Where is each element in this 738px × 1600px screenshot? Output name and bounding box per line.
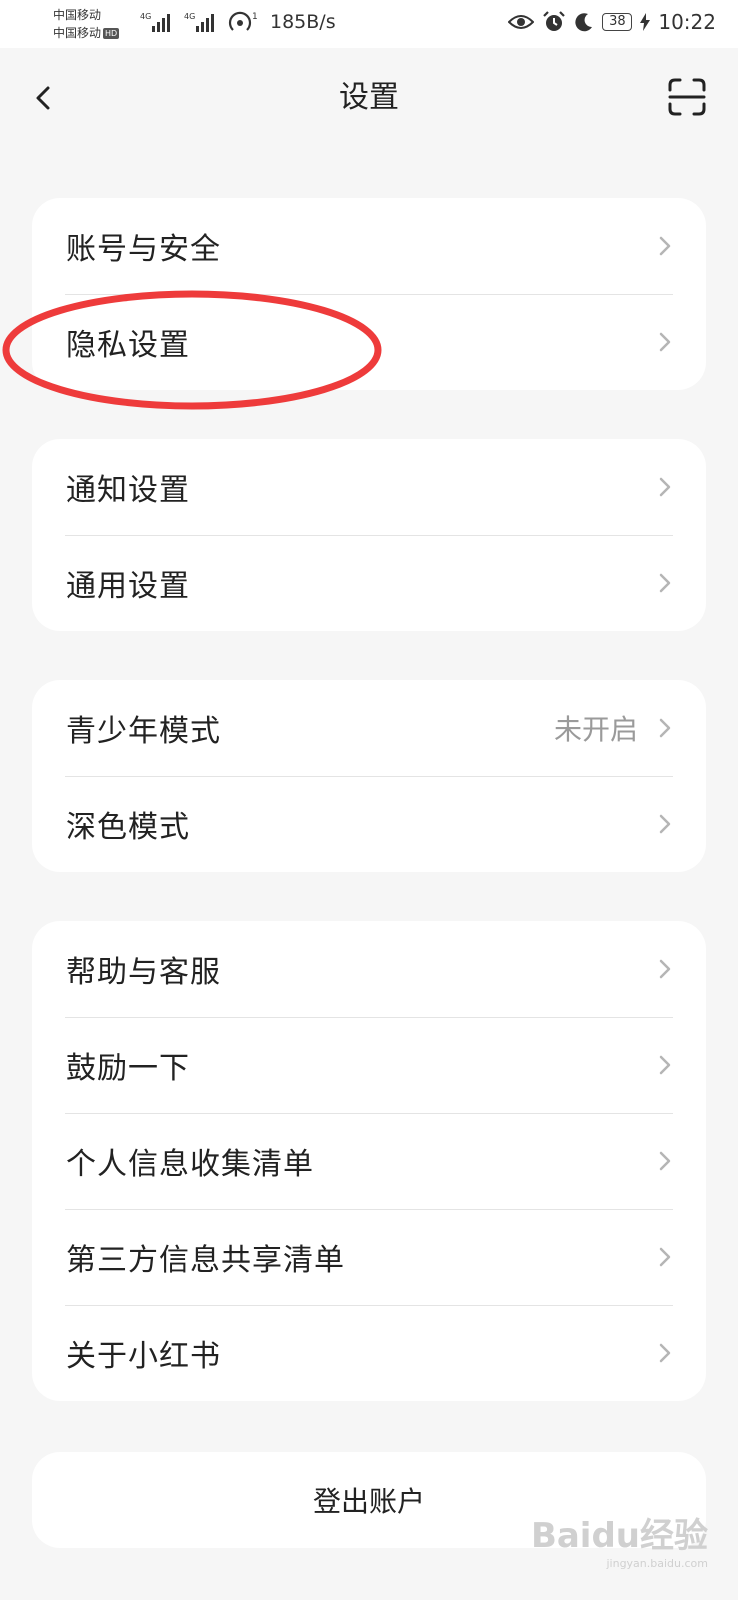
chevron-right-icon xyxy=(659,814,671,834)
settings-item-help[interactable]: 帮助与客服 xyxy=(32,921,706,1017)
chevron-right-icon xyxy=(659,236,671,256)
hotspot-count: 1 xyxy=(252,12,258,22)
settings-item-label: 通用设置 xyxy=(66,569,190,604)
clock: 10:22 xyxy=(658,10,716,34)
settings-item-about[interactable]: 关于小红书 xyxy=(32,1305,706,1401)
settings-item-label: 账号与安全 xyxy=(66,232,221,267)
teen-mode-status: 未开启 xyxy=(553,713,638,746)
moon-icon xyxy=(575,13,593,32)
hd-badge: HD xyxy=(103,28,120,39)
settings-item-label: 帮助与客服 xyxy=(66,955,221,990)
page-title: 设置 xyxy=(339,80,399,115)
settings-item-general[interactable]: 通用设置 xyxy=(32,535,706,631)
status-bar: 中国移动 中国移动 HD 4G 4G 1 185B/s 38 10:22 xyxy=(0,0,738,48)
chevron-right-icon xyxy=(659,718,671,738)
settings-item-dark-mode[interactable]: 深色模式 xyxy=(32,776,706,872)
carrier-1: 中国移动 xyxy=(53,8,102,22)
network-speed: 185B/s xyxy=(270,11,336,33)
chevron-right-icon xyxy=(659,332,671,352)
settings-item-label: 鼓励一下 xyxy=(66,1051,190,1086)
settings-item-label: 深色模式 xyxy=(66,810,190,845)
chevron-right-icon xyxy=(659,477,671,497)
settings-group-account: 账号与安全 隐私设置 xyxy=(32,198,706,390)
chevron-right-icon xyxy=(659,1247,671,1267)
settings-item-rate[interactable]: 鼓励一下 xyxy=(32,1017,706,1113)
settings-item-label: 关于小红书 xyxy=(66,1339,221,1374)
settings-item-account-security[interactable]: 账号与安全 xyxy=(32,198,706,294)
signal-strength-icon: 4G xyxy=(184,12,214,32)
chevron-right-icon xyxy=(659,959,671,979)
settings-item-third-party-list[interactable]: 第三方信息共享清单 xyxy=(32,1209,706,1305)
alarm-icon xyxy=(543,11,566,31)
chevron-right-icon xyxy=(659,1151,671,1171)
settings-group-mode: 青少年模式 未开启 深色模式 xyxy=(32,680,706,872)
carrier-2: 中国移动 xyxy=(53,26,102,40)
chevron-right-icon xyxy=(659,1343,671,1363)
watermark-url: jingyan.baidu.com xyxy=(606,1557,708,1570)
hotspot-icon: 1 xyxy=(228,11,258,31)
signal-strength-icon: 4G xyxy=(140,12,170,32)
watermark-text: Baidu经验 xyxy=(530,1516,708,1556)
settings-item-label: 隐私设置 xyxy=(66,328,190,363)
scan-icon[interactable] xyxy=(668,78,706,116)
settings-item-label: 第三方信息共享清单 xyxy=(66,1243,345,1278)
chevron-right-icon xyxy=(659,573,671,593)
settings-item-personal-info-list[interactable]: 个人信息收集清单 xyxy=(32,1113,706,1209)
battery-indicator: 38 xyxy=(602,13,633,31)
settings-group-notification: 通知设置 通用设置 xyxy=(32,439,706,631)
carrier-info: 中国移动 中国移动 HD xyxy=(53,6,120,42)
charging-icon xyxy=(640,13,651,31)
status-right: 38 10:22 xyxy=(508,10,716,34)
network-type-1: 4G xyxy=(140,12,151,21)
network-type-2: 4G xyxy=(184,12,195,21)
settings-item-label: 青少年模式 xyxy=(66,714,221,749)
signal-indicators: 4G 4G 1 xyxy=(140,10,262,34)
baidu-watermark-logo: Baidu经验 jingyan.baidu.com xyxy=(531,1508,708,1570)
navigation-bar: 设置 xyxy=(0,48,738,148)
eye-icon xyxy=(508,15,535,29)
settings-item-teen-mode[interactable]: 青少年模式 未开启 xyxy=(32,680,706,776)
settings-item-privacy[interactable]: 隐私设置 xyxy=(32,294,706,390)
settings-group-about: 帮助与客服 鼓励一下 个人信息收集清单 第三方信息共享清单 关于小红书 xyxy=(32,921,706,1401)
settings-item-label: 个人信息收集清单 xyxy=(66,1147,314,1182)
settings-item-label: 通知设置 xyxy=(66,473,190,508)
chevron-right-icon xyxy=(659,1055,671,1075)
settings-item-notification[interactable]: 通知设置 xyxy=(32,439,706,535)
